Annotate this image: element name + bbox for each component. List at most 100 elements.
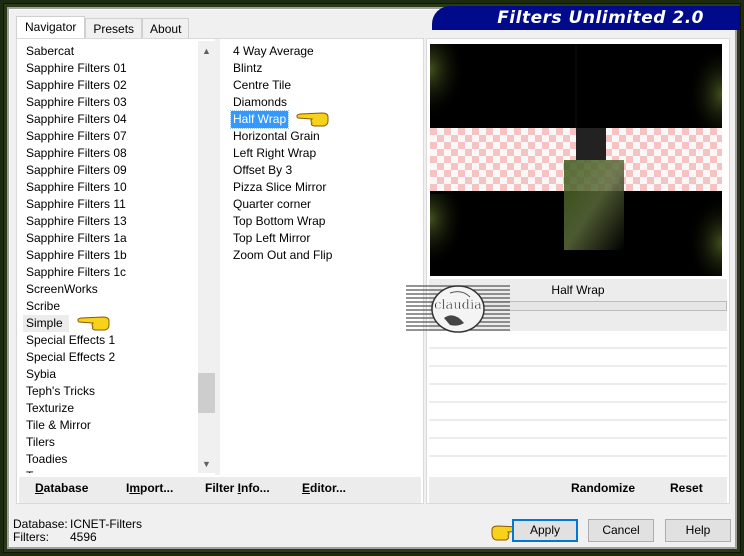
category-item[interactable]: Sapphire Filters 11	[17, 196, 199, 213]
scroll-thumb[interactable]	[198, 373, 215, 413]
category-item[interactable]: Simple	[17, 315, 199, 332]
category-item[interactable]: Sybia	[17, 366, 199, 383]
randomize-button[interactable]: Randomize	[571, 481, 635, 495]
category-label: Sapphire Filters 03	[26, 95, 127, 109]
filter-item[interactable]: Pizza Slice Mirror	[224, 179, 420, 196]
filter-item[interactable]: Blintz	[224, 60, 420, 77]
filter-label: Horizontal Grain	[233, 129, 320, 143]
category-item[interactable]: Special Effects 1	[17, 332, 199, 349]
filters-label: Filters:	[13, 530, 49, 544]
category-label: Tile & Mirror	[26, 418, 91, 432]
parameter-row	[429, 437, 727, 439]
category-label: Sapphire Filters 02	[26, 78, 127, 92]
preview-graphic	[430, 44, 722, 276]
category-item[interactable]: Sapphire Filters 04	[17, 111, 199, 128]
category-item[interactable]: Sapphire Filters 03	[17, 94, 199, 111]
filter-item[interactable]: Top Left Mirror	[224, 230, 420, 247]
apply-button[interactable]: Apply	[512, 519, 578, 542]
category-item[interactable]: Toadies	[17, 451, 199, 468]
category-item[interactable]: Tile & Mirror	[17, 417, 199, 434]
filter-label: Half Wrap	[229, 110, 290, 129]
category-item[interactable]: Sapphire Filters 1b	[17, 247, 199, 264]
help-button[interactable]: Help	[665, 519, 731, 542]
category-scrollbar[interactable]: ▲ ▼	[198, 41, 215, 473]
category-item[interactable]: Texturize	[17, 400, 199, 417]
category-label: Sapphire Filters 1c	[26, 265, 127, 279]
category-label: Sapphire Filters 01	[26, 61, 127, 75]
filters-count: 4596	[70, 530, 97, 544]
filter-label: Centre Tile	[233, 78, 292, 92]
category-label: Sapphire Filters 13	[26, 214, 127, 228]
tab-about[interactable]: About	[142, 18, 190, 39]
category-label: Texturize	[26, 401, 75, 415]
category-item[interactable]: Tramages	[17, 468, 199, 473]
filter-list[interactable]: 4 Way Average Blintz Centre Tile Diamonds Ha…	[224, 43, 420, 473]
tab-navigator[interactable]: Navigator	[16, 16, 86, 39]
category-item[interactable]: Tilers	[17, 434, 199, 451]
app-title: Filters Unlimited 2.0	[497, 8, 704, 28]
filter-item[interactable]: Half Wrap	[224, 110, 420, 129]
filter-label: Diamonds	[233, 95, 288, 109]
reset-button[interactable]: Reset	[670, 481, 703, 495]
category-item[interactable]: Sapphire Filters 09	[17, 162, 199, 179]
category-label: Scribe	[26, 299, 61, 313]
category-label: Sapphire Filters 10	[26, 180, 127, 194]
tab-bar: Navigator Presets About	[16, 16, 190, 39]
parameter-row	[429, 455, 727, 457]
category-list[interactable]: Sabercat Sapphire Filters 01 Sapphire Filt…	[17, 43, 199, 473]
category-label: Sapphire Filters 1a	[26, 231, 127, 245]
tab-presets[interactable]: Presets	[85, 18, 143, 39]
category-label: Simple	[23, 315, 69, 332]
category-item[interactable]: ScreenWorks	[17, 281, 199, 298]
parameter-row	[429, 365, 727, 367]
category-item[interactable]: Teph's Tricks	[17, 383, 199, 400]
category-item[interactable]: Sapphire Filters 10	[17, 179, 199, 196]
category-label: Sabercat	[26, 44, 75, 58]
scroll-up-arrow-icon[interactable]: ▲	[198, 43, 215, 60]
filter-item[interactable]: 4 Way Average	[224, 43, 420, 60]
filter-item[interactable]: Top Bottom Wrap	[224, 213, 420, 230]
status-area: Database: ICNET-Filters Filters: 4596	[13, 518, 142, 544]
parameter-row	[429, 401, 727, 403]
category-item[interactable]: Sapphire Filters 13	[17, 213, 199, 230]
category-item[interactable]: Sabercat	[17, 43, 199, 60]
filter-label: Top Left Mirror	[233, 231, 311, 245]
category-item[interactable]: Sapphire Filters 01	[17, 60, 199, 77]
category-label: Tramages	[26, 469, 80, 473]
category-item[interactable]: Sapphire Filters 1a	[17, 230, 199, 247]
filter-item[interactable]: Left Right Wrap	[224, 145, 420, 162]
filter-label: Left Right Wrap	[233, 146, 317, 160]
scroll-down-arrow-icon[interactable]: ▼	[198, 456, 215, 473]
filter-item[interactable]: Diamonds	[224, 94, 420, 111]
category-item[interactable]: Sapphire Filters 1c	[17, 264, 199, 281]
filter-item[interactable]: Offset By 3	[224, 162, 420, 179]
category-item[interactable]: Sapphire Filters 02	[17, 77, 199, 94]
preview-button-bar: Randomize Reset	[429, 477, 727, 503]
pointing-hand-icon	[296, 112, 329, 127]
category-item[interactable]: Special Effects 2	[17, 349, 199, 366]
database-button[interactable]: Database	[35, 481, 88, 495]
filter-item[interactable]: Zoom Out and Flip	[224, 247, 420, 264]
category-label: Special Effects 1	[26, 333, 116, 347]
pointing-hand-icon	[77, 316, 110, 331]
filter-label: Pizza Slice Mirror	[233, 180, 327, 194]
editor-button[interactable]: Editor...	[302, 481, 346, 495]
filter-item[interactable]: Centre Tile	[224, 77, 420, 94]
filter-item[interactable]: Quarter corner	[224, 196, 420, 213]
filter-label: 4 Way Average	[233, 44, 314, 58]
title-banner: Filters Unlimited 2.0	[432, 6, 740, 30]
import-button[interactable]: Import...	[126, 481, 173, 495]
category-item[interactable]: Scribe	[17, 298, 199, 315]
filter-label: Offset By 3	[233, 163, 293, 177]
category-item[interactable]: Sapphire Filters 07	[17, 128, 199, 145]
filter-item[interactable]: Horizontal Grain	[224, 128, 420, 145]
category-item[interactable]: Sapphire Filters 08	[17, 145, 199, 162]
filter-info-button[interactable]: Filter Info...	[205, 481, 270, 495]
category-label: Tilers	[26, 435, 55, 449]
category-label: Sybia	[26, 367, 57, 381]
cancel-button[interactable]: Cancel	[588, 519, 654, 542]
list-divider	[215, 39, 220, 475]
navigator-button-bar: Database Import... Filter Info... Editor…	[19, 477, 421, 503]
filter-label: Top Bottom Wrap	[233, 214, 326, 228]
filter-label: Zoom Out and Flip	[233, 248, 333, 262]
